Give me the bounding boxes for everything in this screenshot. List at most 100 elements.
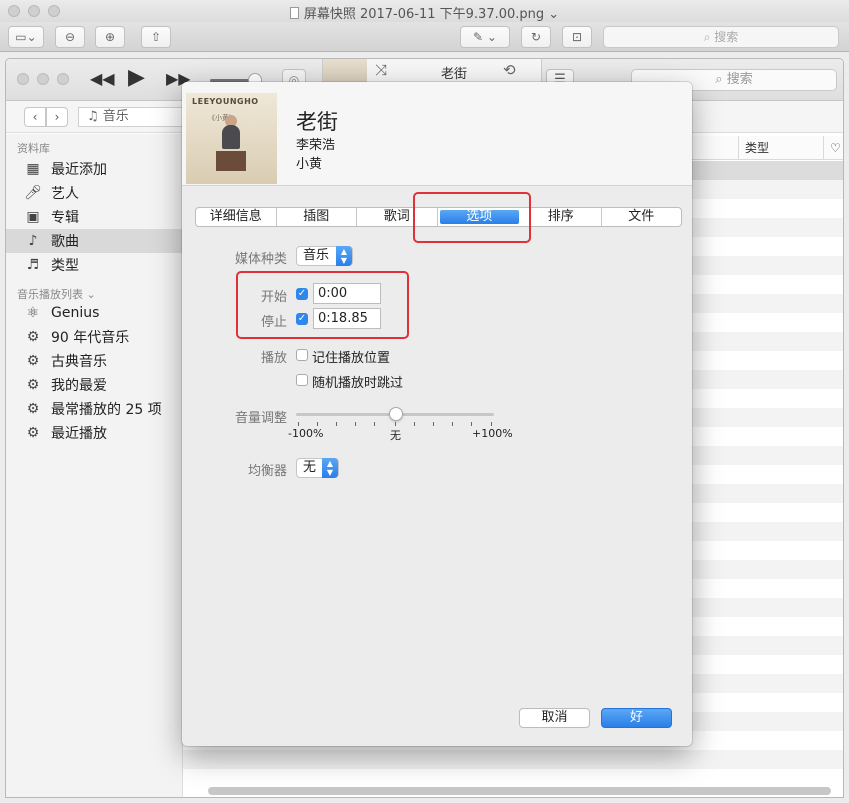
preview-toolbar: ▭⌄ ⊖ ⊕ ⇧ ✎ ⌄ ↻ ⊡ ⌕ 搜索	[0, 22, 849, 52]
volume-max-label: +100%	[472, 427, 513, 440]
slider-tick	[336, 422, 337, 426]
song-info-dialog: LEEYOUNGHO 《小黄》 老街 李荣浩 小黄 详细信息 插图 歌词 选项 …	[182, 82, 692, 746]
sidebar-item-genius[interactable]: ⚛ Genius	[6, 301, 183, 325]
chevron-down-icon[interactable]: ⌄	[544, 7, 559, 22]
smart-playlist-gear-icon: ⚙	[26, 425, 40, 441]
stepper-arrows-icon: ▲ ▼	[336, 246, 352, 266]
share-button[interactable]: ⇧	[141, 26, 171, 48]
library-header: 资料库	[17, 142, 50, 155]
smart-playlist-gear-icon: ⚙	[26, 377, 40, 393]
itunes-close-button[interactable]	[17, 73, 29, 85]
zoom-out-button[interactable]: ⊖	[55, 26, 85, 48]
preview-titlebar: 屏幕快照 2017-06-11 下午9.37.00.png ⌄	[0, 0, 849, 22]
sidebar-item-label: 90 年代音乐	[51, 330, 130, 346]
toolbox-button[interactable]: ⊡	[562, 26, 592, 48]
sidebar-item-top-25[interactable]: ⚙ 最常播放的 25 项	[6, 397, 183, 421]
zoom-in-button[interactable]: ⊕	[95, 26, 125, 48]
zoom-in-icon: ⊕	[104, 30, 116, 44]
sidebar-icon: ▭⌄	[15, 30, 37, 44]
sidebar-item-recently-played[interactable]: ⚙ 最近播放	[6, 421, 183, 445]
search-icon: ⌕	[703, 30, 715, 44]
start-label: 开始	[260, 290, 287, 305]
rewind-icon[interactable]: ◀◀	[90, 69, 115, 88]
music-note-icon: ♪	[28, 233, 38, 249]
sidebar-item-genres[interactable]: ♬ 类型	[6, 253, 183, 277]
slider-tick	[374, 422, 375, 426]
column-header-type[interactable]: 类型	[738, 136, 823, 160]
forward-button[interactable]: ›	[46, 107, 68, 127]
playback-label: 播放	[260, 351, 287, 366]
rotate-button[interactable]: ↻	[521, 26, 551, 48]
cancel-button[interactable]: 取消	[519, 708, 590, 728]
zoom-out-icon: ⊖	[64, 30, 76, 44]
media-picker[interactable]: ♫ 音乐	[78, 107, 188, 127]
play-icon[interactable]: ▶	[128, 65, 145, 90]
sidebar-item-recently-added[interactable]: ▦ 最近添加	[6, 157, 183, 181]
playlists-header-label: 音乐播放列表	[17, 288, 83, 301]
sidebar-item-label: Genius	[51, 305, 100, 321]
album-icon: ▣	[26, 209, 40, 225]
calendar-icon: ▦	[26, 161, 40, 177]
ok-button[interactable]: 好	[601, 708, 672, 728]
start-checkbox[interactable]: ✓	[296, 288, 308, 300]
sidebar-item-songs[interactable]: ♪ 歌曲	[6, 229, 183, 253]
volume-adjust-knob[interactable]	[389, 407, 403, 421]
window-title: 屏幕快照 2017-06-11 下午9.37.00.png ⌄	[0, 3, 849, 22]
sidebar-item-label: 最近添加	[51, 162, 107, 178]
media-kind-select[interactable]: 音乐 ▲ ▼	[296, 246, 353, 266]
window-title-text: 屏幕快照 2017-06-11 下午9.37.00.png	[303, 7, 545, 22]
slider-tick	[395, 422, 396, 426]
repeat-icon[interactable]: ⟲	[503, 61, 516, 79]
preview-search-placeholder: 搜索	[714, 30, 739, 44]
tab-lyrics[interactable]: 歌词	[357, 208, 438, 226]
volume-min-label: -100%	[288, 427, 324, 440]
chevron-right-icon: ›	[54, 110, 60, 124]
markup-button[interactable]: ✎ ⌄	[460, 26, 510, 48]
itunes-minimize-button[interactable]	[37, 73, 49, 85]
sidebar-item-classical[interactable]: ⚙ 古典音乐	[6, 349, 183, 373]
sidebar-toggle-button[interactable]: ▭⌄	[8, 26, 44, 48]
equalizer-value: 无	[303, 460, 317, 475]
album-artwork: LEEYOUNGHO 《小黄》	[186, 93, 277, 184]
media-picker-label: 音乐	[102, 109, 129, 124]
chevron-down-icon: ⌄	[83, 288, 96, 301]
skip-shuffle-checkbox[interactable]	[296, 374, 308, 386]
slider-tick	[317, 422, 318, 426]
horizontal-scrollbar[interactable]	[208, 787, 831, 795]
tab-details[interactable]: 详细信息	[196, 208, 277, 226]
preview-search-field[interactable]: ⌕ 搜索	[603, 26, 839, 48]
sidebar-item-90s-music[interactable]: ⚙ 90 年代音乐	[6, 325, 183, 349]
equalizer-select[interactable]: 无 ▲ ▼	[296, 458, 339, 478]
sidebar-item-label: 艺人	[51, 186, 79, 202]
playlists-header[interactable]: 音乐播放列表 ⌄	[17, 286, 96, 302]
preview-window: 屏幕快照 2017-06-11 下午9.37.00.png ⌄ ▭⌄ ⊖ ⊕ ⇧…	[0, 0, 849, 803]
song-title: 老街	[296, 110, 338, 134]
tab-options[interactable]: 选项	[439, 210, 519, 224]
stop-checkbox[interactable]: ✓	[296, 313, 308, 325]
sidebar-item-favorites[interactable]: ⚙ 我的最爱	[6, 373, 183, 397]
tab-artwork[interactable]: 插图	[277, 208, 357, 226]
start-time-field[interactable]: 0:00	[313, 283, 381, 304]
sidebar: 资料库 ▦ 最近添加 🎤︎ 艺人 ▣ 专辑 ♪ 歌曲 ♬ 类型 音乐播放列表 ⌄ ⚛ Gen…	[6, 134, 183, 797]
tab-sorting[interactable]: 排序	[521, 208, 602, 226]
sidebar-item-label: 类型	[51, 258, 79, 274]
sidebar-item-albums[interactable]: ▣ 专辑	[6, 205, 183, 229]
remember-position-checkbox[interactable]	[296, 349, 308, 361]
artwork-stool	[216, 151, 246, 171]
itunes-zoom-button[interactable]	[57, 73, 69, 85]
back-button[interactable]: ‹	[24, 107, 46, 127]
microphone-icon: 🎤︎	[24, 185, 42, 201]
artwork-title: LEEYOUNGHO	[192, 97, 259, 106]
search-icon: ⌕	[715, 72, 727, 87]
genius-atom-icon: ⚛	[26, 305, 40, 321]
column-header-love[interactable]: ♡	[823, 136, 843, 160]
stop-time-field[interactable]: 0:18.85	[313, 308, 381, 329]
skip-shuffle-label: 随机播放时跳过	[312, 376, 404, 391]
sidebar-item-artists[interactable]: 🎤︎ 艺人	[6, 181, 183, 205]
slider-tick	[491, 422, 492, 426]
pen-icon: ✎ ⌄	[473, 30, 497, 44]
tab-file[interactable]: 文件	[602, 208, 682, 226]
equalizer-label: 均衡器	[247, 464, 287, 479]
volume-mid-label: 无	[390, 429, 401, 442]
sidebar-item-label: 歌曲	[51, 234, 79, 250]
